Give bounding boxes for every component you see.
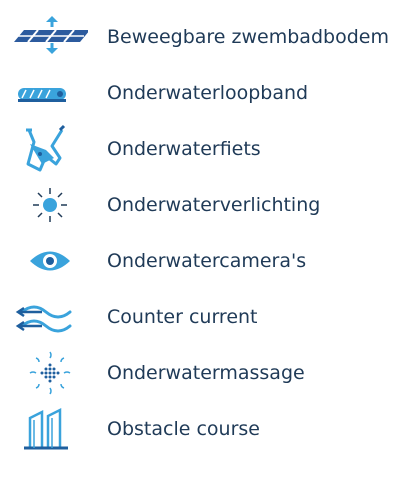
feature-label: Onderwatermassage xyxy=(107,362,305,384)
feature-label: Onderwatercamera's xyxy=(107,250,307,272)
waves-icon xyxy=(12,292,88,342)
obstacle-course-icon xyxy=(12,404,88,454)
feature-item-movable-floor: Beweegbare zwembadbodem xyxy=(0,12,395,62)
feature-item-treadmill: Onderwaterloopband xyxy=(0,68,395,118)
feature-item-bike: Onderwaterfiets xyxy=(0,124,395,174)
light-icon xyxy=(12,180,88,230)
feature-item-obstacle-course: Obstacle course xyxy=(0,404,395,454)
feature-list: Beweegbare zwembadbodem Onderwaterloopba… xyxy=(0,0,395,477)
feature-item-camera: Onderwatercamera's xyxy=(0,236,395,286)
feature-label: Counter current xyxy=(107,306,258,328)
feature-label: Onderwaterverlichting xyxy=(107,194,321,216)
feature-label: Onderwaterfiets xyxy=(107,138,261,160)
underwater-bike-icon xyxy=(12,124,88,174)
eye-icon xyxy=(12,236,88,286)
feature-item-counter-current: Counter current xyxy=(0,292,395,342)
massage-icon xyxy=(12,348,88,398)
feature-label: Onderwaterloopband xyxy=(107,82,309,104)
treadmill-icon xyxy=(12,68,88,118)
feature-label: Obstacle course xyxy=(107,418,260,440)
movable-pool-floor-icon xyxy=(12,12,88,62)
feature-item-massage: Onderwatermassage xyxy=(0,348,395,398)
feature-label: Beweegbare zwembadbodem xyxy=(107,26,389,48)
feature-item-lighting: Onderwaterverlichting xyxy=(0,180,395,230)
